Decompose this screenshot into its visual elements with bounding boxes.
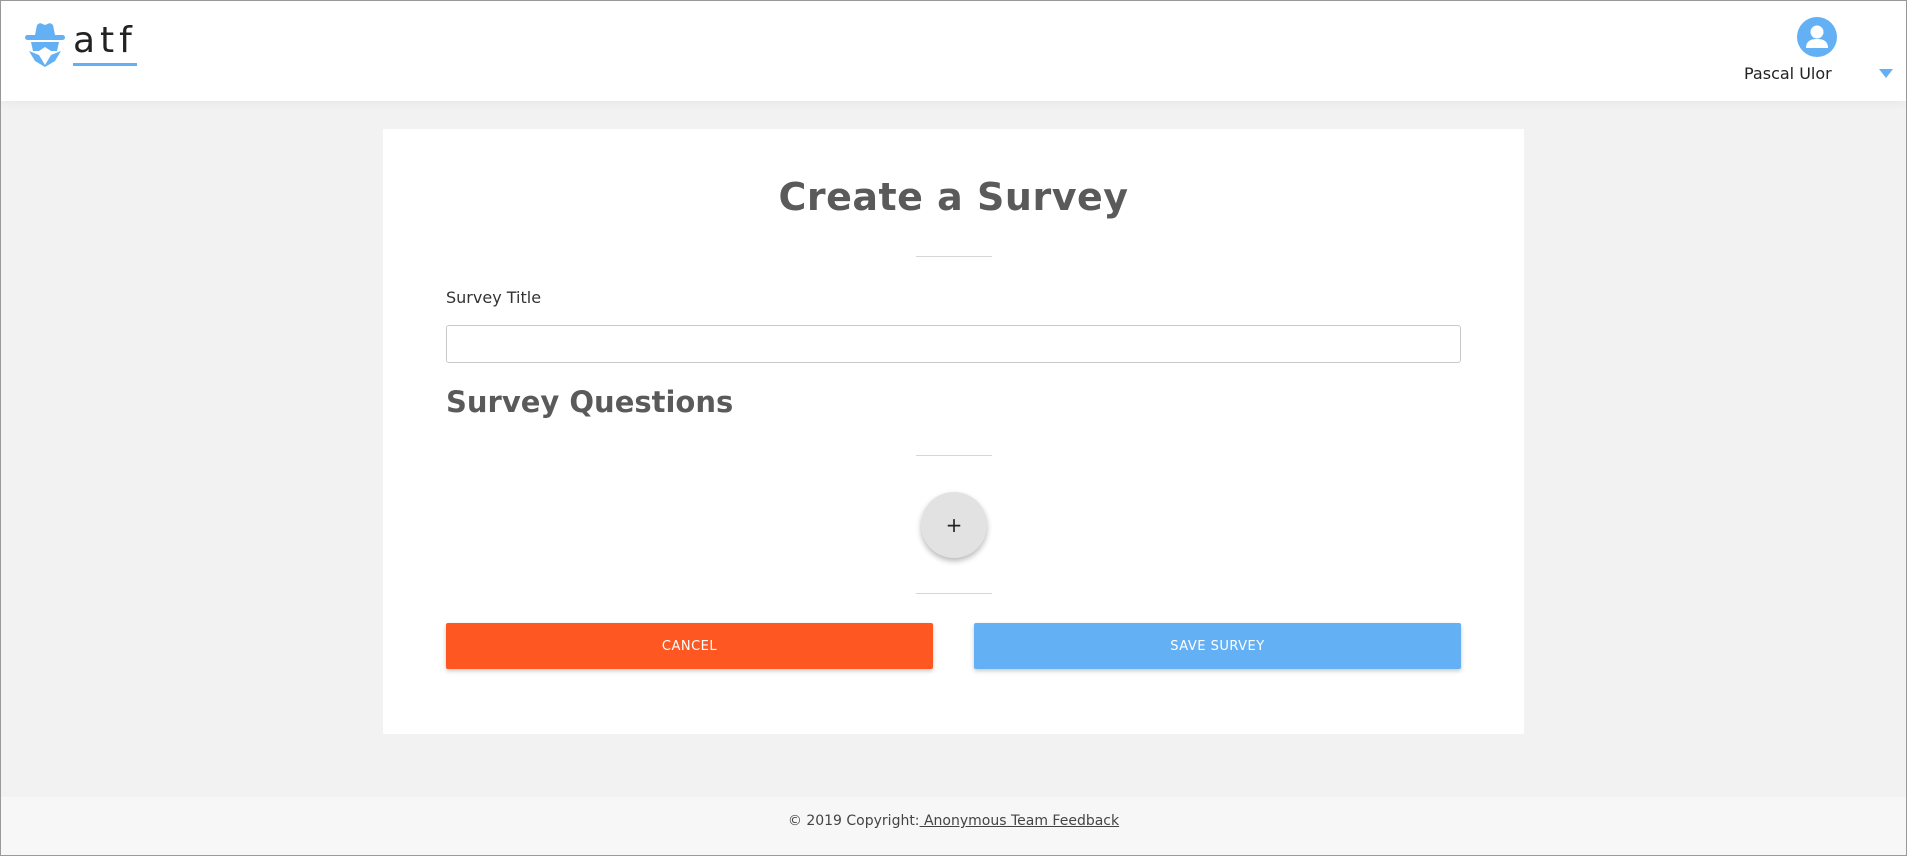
page-title: Create a Survey <box>778 175 1129 219</box>
spy-mask-icon <box>25 23 65 67</box>
questions-top-divider <box>916 455 992 456</box>
footer: © 2019 Copyright: Anonymous Team Feedbac… <box>1 797 1906 855</box>
survey-card: Create a Survey Survey Title Survey Ques… <box>383 129 1524 734</box>
caret-down-icon[interactable] <box>1879 69 1893 78</box>
copyright-text: © 2019 Copyright: <box>787 813 920 829</box>
user-avatar-icon <box>1797 17 1837 57</box>
top-header: atf Pascal Ulor <box>1 1 1906 101</box>
user-menu[interactable]: Pascal Ulor <box>1744 17 1894 89</box>
save-survey-button[interactable]: SAVE SURVEY <box>974 623 1461 669</box>
logo-link[interactable]: atf <box>23 21 137 69</box>
user-name: Pascal Ulor <box>1744 64 1832 83</box>
cancel-button[interactable]: CANCEL <box>446 623 933 669</box>
questions-bottom-divider <box>916 593 992 594</box>
survey-title-input[interactable] <box>446 325 1461 363</box>
title-divider <box>916 256 992 257</box>
add-question-button[interactable]: + <box>921 492 987 558</box>
footer-link[interactable]: Anonymous Team Feedback <box>920 813 1119 829</box>
survey-title-label: Survey Title <box>446 288 542 307</box>
survey-questions-heading: Survey Questions <box>446 385 734 419</box>
logo-text: atf <box>73 23 137 66</box>
plus-icon: + <box>945 513 963 537</box>
